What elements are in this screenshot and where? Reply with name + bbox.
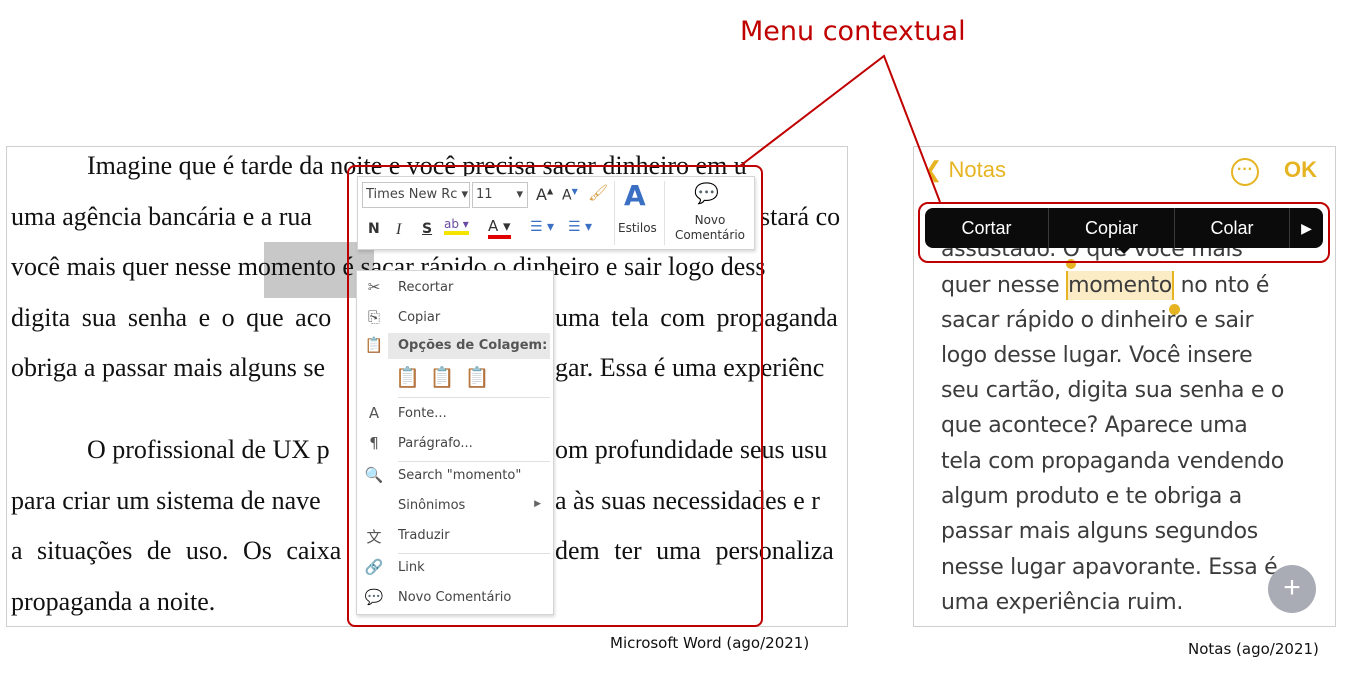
context-menu-highlight-box — [918, 202, 1330, 263]
doc-line: O profissional de UX p — [87, 435, 330, 464]
chevron-left-icon: ❮ — [924, 157, 949, 182]
back-button[interactable]: ❮ Notas — [924, 157, 1006, 183]
note-line: passar mais alguns segundos — [941, 519, 1258, 544]
doc-line: para criar um sistema de nave — [11, 486, 321, 515]
selected-text[interactable]: momento — [1066, 271, 1174, 300]
note-line: quer nesse momento no nto é — [941, 271, 1270, 300]
more-options-icon[interactable]: ··· — [1231, 158, 1259, 186]
note-line: algum produto e te obriga a — [941, 484, 1242, 509]
plus-icon: + — [1283, 571, 1301, 604]
add-button[interactable]: + — [1268, 565, 1316, 613]
note-line: seu cartão, digita sua senha e o — [941, 378, 1284, 403]
note-line: tela com propaganda vendendo — [941, 449, 1284, 474]
doc-line: digita sua senha e o que aco — [11, 303, 332, 332]
annotation-title: Menu contextual — [740, 16, 966, 47]
done-button[interactable]: OK — [1284, 157, 1317, 183]
word-caption: Microsoft Word (ago/2021) — [610, 634, 810, 652]
doc-line: obriga a passar mais alguns se — [11, 353, 326, 382]
note-line: logo desse lugar. Você insere — [941, 343, 1253, 368]
notes-caption: Notas (ago/2021) — [1188, 640, 1319, 658]
note-line: uma experiência ruim. — [941, 590, 1184, 615]
doc-line-right: stará co — [760, 202, 841, 231]
doc-line: a situações de uso. Os caixa — [11, 536, 342, 565]
note-line: nesse lugar apavorante. Essa é — [941, 555, 1278, 580]
context-menu-highlight-box — [347, 165, 763, 627]
note-line: que acontece? Aparece uma — [941, 413, 1248, 438]
note-line: sacar rápido o dinheiro e sair — [941, 308, 1254, 333]
doc-line: uma agência bancária e a rua — [11, 202, 312, 231]
doc-line: propaganda a noite. — [11, 587, 216, 616]
